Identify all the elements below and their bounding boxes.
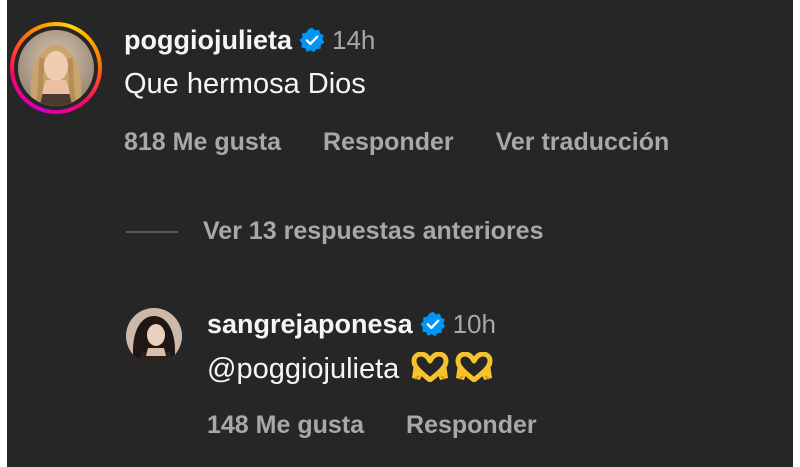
- view-replies-label: Ver 13 respuestas anteriores: [203, 217, 544, 245]
- comment-thread: poggiojulieta 14h Que hermosa Dios 818 M…: [0, 0, 800, 467]
- heart-hands-icon: [455, 351, 493, 387]
- view-replies-toggle[interactable]: Ver 13 respuestas anteriores: [126, 214, 646, 250]
- likes-count-button[interactable]: 148 Me gusta: [207, 411, 364, 440]
- comment-header: poggiojulieta 14h: [124, 22, 375, 58]
- timestamp: 10h: [452, 308, 496, 339]
- avatar[interactable]: [126, 308, 182, 364]
- verified-badge-icon: [299, 27, 325, 53]
- likes-count-button[interactable]: 818 Me gusta: [124, 128, 281, 157]
- comment: poggiojulieta 14h Que hermosa Dios 818 M…: [0, 0, 800, 190]
- avatar-image: [18, 30, 94, 106]
- verified-badge-icon: [419, 311, 446, 337]
- see-translation-button[interactable]: Ver traducción: [496, 128, 670, 157]
- comment-actions: 818 Me gusta Responder Ver traducción: [124, 128, 669, 157]
- replies-divider: [126, 231, 178, 233]
- reply-button[interactable]: Responder: [406, 411, 537, 440]
- comment-text: Que hermosa Dios: [124, 68, 366, 100]
- reply-header: sangrejaponesa 10h: [207, 306, 496, 342]
- reply-button[interactable]: Responder: [323, 128, 454, 157]
- timestamp: 14h: [332, 24, 376, 55]
- reply: sangrejaponesa 10h @poggiojulieta 148 Me…: [0, 290, 800, 460]
- reply-actions: 148 Me gusta Responder: [207, 411, 537, 440]
- avatar[interactable]: [10, 22, 102, 114]
- username[interactable]: sangrejaponesa: [207, 309, 413, 340]
- username[interactable]: poggiojulieta: [124, 25, 292, 56]
- heart-hands-icon: [411, 351, 449, 387]
- mention-link[interactable]: @poggiojulieta: [207, 353, 399, 386]
- reply-text: @poggiojulieta: [207, 351, 493, 387]
